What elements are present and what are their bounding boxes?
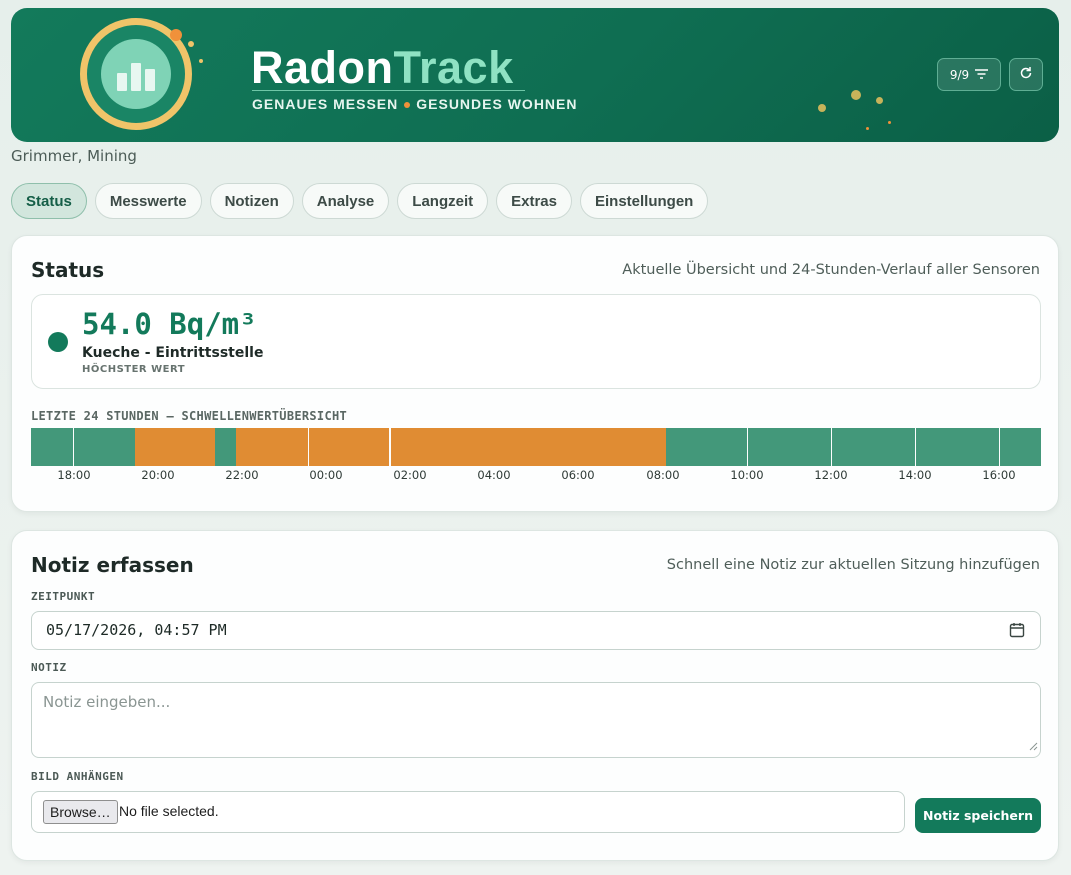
timeline-tick: 00:00 (309, 468, 343, 482)
note-card-title: Notiz erfassen (31, 553, 194, 577)
refresh-button[interactable] (1009, 58, 1043, 91)
status-card-title: Status (31, 258, 105, 282)
tab-notizen[interactable]: Notizen (209, 183, 294, 219)
note-label: NOTIZ (31, 661, 67, 674)
sensor-filter-button[interactable]: 9/9 (937, 58, 1001, 91)
timeline-segment-ok (666, 428, 747, 466)
timeline-segment-ok (74, 428, 135, 466)
note-textarea[interactable]: Notiz eingeben... (31, 682, 1041, 758)
timeline-segment-warn (236, 428, 308, 466)
note-card: Notiz erfassen Schnell eine Notiz zur ak… (11, 530, 1059, 861)
decor-dot (888, 121, 891, 124)
status-card: Status Aktuelle Übersicht und 24-Stunden… (11, 235, 1059, 512)
datetime-input[interactable]: 05/17/2026, 04:57 PM (31, 611, 1041, 650)
timeline-segment-ok (31, 428, 73, 466)
decor-dot (188, 41, 194, 47)
timeline-segment-ok (1000, 428, 1041, 466)
app-header: RadonTrack GENAUES MESSEN GESUNDES WOHNEN… (11, 8, 1059, 142)
file-input[interactable]: Browse… No file selected. (31, 791, 905, 833)
highest-value-box: 54.0 Bq/m³ Kueche - Eintrittsstelle HÖCH… (31, 294, 1041, 389)
note-card-description: Schnell eine Notiz zur aktuellen Sitzung… (666, 557, 1040, 573)
tab-einstellungen[interactable]: Einstellungen (580, 183, 709, 219)
decor-dot (818, 104, 826, 112)
timeline-tick: 04:00 (477, 468, 511, 482)
value-caption: HÖCHSTER WERT (82, 364, 186, 375)
timeline-segment-warn (391, 428, 666, 466)
resize-handle-icon[interactable] (1028, 737, 1038, 755)
time-label: ZEITPUNKT (31, 590, 96, 603)
main-tabs: Status Messwerte Notizen Analyse Langzei… (11, 183, 709, 219)
file-status: No file selected. (119, 803, 219, 819)
filter-count: 9/9 (949, 67, 970, 82)
timeline-segment-ok (215, 428, 236, 466)
timeline-segment-ok (748, 428, 831, 466)
timeline-tick: 08:00 (646, 468, 680, 482)
timeline-tick: 18:00 (57, 468, 91, 482)
timeline-tick: 10:00 (730, 468, 764, 482)
datetime-value: 05/17/2026, 04:57 PM (46, 621, 227, 639)
decor-dot (876, 97, 883, 104)
save-note-button[interactable]: Notiz speichern (915, 798, 1041, 833)
timeline-segment-warn (135, 428, 215, 466)
timeline-tick: 12:00 (814, 468, 848, 482)
location-subtitle: Grimmer, Mining (11, 147, 137, 165)
timeline-segment-ok (832, 428, 915, 466)
filter-lines-icon (975, 68, 989, 82)
decor-dot (851, 90, 861, 100)
timeline-ticks: 18:00 20:00 22:00 00:00 02:00 04:00 06:0… (31, 468, 1041, 484)
status-indicator (48, 332, 68, 352)
decor-dot (199, 59, 203, 63)
tagline-separator (404, 102, 411, 109)
tab-messwerte[interactable]: Messwerte (94, 183, 202, 219)
status-card-description: Aktuelle Übersicht und 24-Stunden-Verlau… (622, 262, 1040, 278)
timeline-tick: 14:00 (898, 468, 932, 482)
brand-underline (252, 90, 525, 91)
tab-langzeit[interactable]: Langzeit (397, 183, 489, 219)
timeline-label: LETZTE 24 STUNDEN – SCHWELLENWERTÜBERSIC… (31, 409, 348, 423)
tab-extras[interactable]: Extras (496, 183, 572, 219)
threshold-timeline (31, 428, 1041, 466)
radon-value: 54.0 Bq/m³ (82, 307, 257, 341)
timeline-segment-ok (916, 428, 999, 466)
timeline-tick: 06:00 (561, 468, 595, 482)
decor-dot (866, 127, 869, 130)
timeline-tick: 20:00 (141, 468, 175, 482)
timeline-tick: 16:00 (982, 468, 1016, 482)
timeline-tick: 02:00 (393, 468, 427, 482)
decor-dot (170, 29, 182, 41)
tab-status[interactable]: Status (11, 183, 87, 219)
browse-button[interactable]: Browse… (43, 800, 118, 824)
note-placeholder: Notiz eingeben... (43, 693, 171, 711)
tagline: GENAUES MESSEN GESUNDES WOHNEN (252, 96, 578, 112)
sensor-location: Kueche - Eintrittsstelle (82, 345, 264, 361)
timeline-tick: 22:00 (225, 468, 259, 482)
calendar-icon[interactable] (1009, 622, 1025, 642)
brand-title: RadonTrack (251, 42, 514, 93)
attach-label: BILD ANHÄNGEN (31, 770, 124, 783)
bar-chart-logo-icon (101, 39, 171, 109)
tab-analyse[interactable]: Analyse (301, 183, 390, 219)
timeline-segment-warn (309, 428, 389, 466)
refresh-icon (1019, 66, 1033, 83)
